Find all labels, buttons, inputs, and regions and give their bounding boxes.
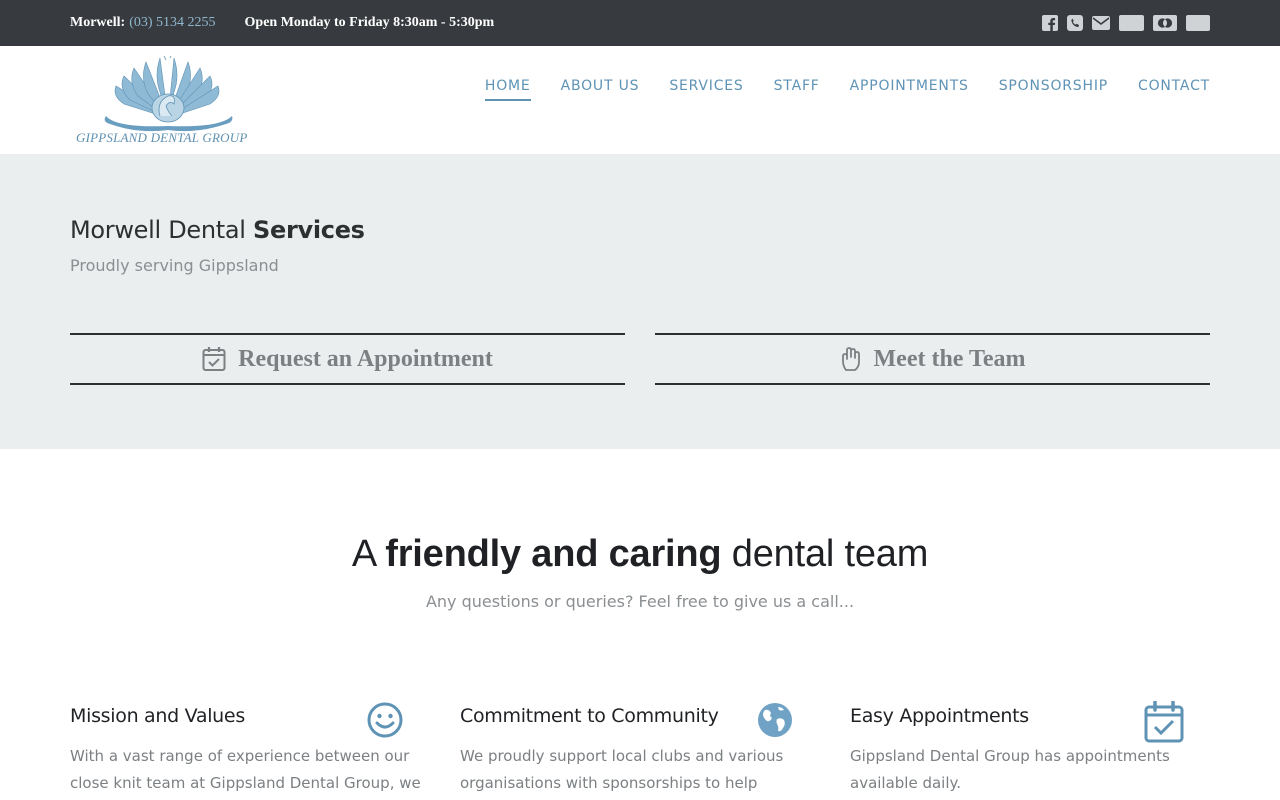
site-logo[interactable]: GIPPSLAND DENTAL GROUP (76, 53, 264, 146)
top-bar: Morwell: (03) 5134 2255 Open Monday to F… (0, 0, 1280, 46)
logo-text: GIPPSLAND DENTAL GROUP (76, 130, 248, 145)
visa-icon: VISA (1119, 15, 1144, 31)
location-label: Morwell: (70, 15, 126, 30)
meet-the-team-button[interactable]: Meet the Team (655, 333, 1210, 385)
request-appointment-label: Request an Appointment (238, 345, 493, 372)
intro-heading-bold: friendly and caring (385, 533, 722, 575)
phone-link[interactable]: (03) 5134 2255 (129, 15, 215, 31)
feature-text: We proudly support local clubs and vario… (460, 747, 784, 792)
hand-icon (841, 347, 860, 371)
features-section: Mission and Values With a vast range of … (0, 611, 1280, 797)
calendar-check-icon (1144, 701, 1184, 743)
feature-mission-values: Mission and Values With a vast range of … (70, 702, 430, 797)
intro-heading-pre: A (351, 533, 386, 575)
smiley-icon (367, 702, 403, 738)
feature-easy-appointments: Easy Appointments Gippsland Dental Group… (850, 701, 1210, 797)
meet-the-team-label: Meet the Team (873, 345, 1026, 372)
nav-about-us[interactable]: ABOUT US (561, 78, 640, 101)
feature-commitment-community: Commitment to Community We proudly suppo… (460, 703, 820, 797)
hero-buttons: Request an Appointment Meet the Team (70, 333, 1210, 385)
intro-heading-post: dental team (721, 533, 929, 575)
nav-appointments[interactable]: APPOINTMENTS (850, 78, 969, 101)
page-title-light: Morwell Dental (70, 216, 253, 244)
page-title: Morwell Dental Services (70, 216, 1210, 244)
page-title-bold: Services (253, 216, 365, 244)
nav-contact[interactable]: CONTACT (1138, 78, 1210, 101)
globe-icon (758, 703, 792, 737)
mastercard-icon (1153, 15, 1177, 31)
nav-sponsorship[interactable]: SPONSORSHIP (999, 78, 1108, 101)
nav-staff[interactable]: STAFF (774, 78, 820, 101)
nav-home[interactable]: HOME (484, 78, 531, 101)
intro-heading: A friendly and caring dental team (0, 533, 1280, 576)
feature-text: With a vast range of experience between … (70, 747, 421, 792)
top-bar-icons: VISA AMERICAN EXPRESS (1042, 15, 1210, 31)
feature-text: Gippsland Dental Group has appointments … (850, 747, 1170, 792)
email-icon[interactable] (1092, 16, 1110, 30)
site-header: GIPPSLAND DENTAL GROUP HOME ABOUT US SER… (0, 46, 1280, 154)
phone-icon[interactable] (1067, 15, 1083, 31)
opening-hours: Open Monday to Friday 8:30am - 5:30pm (244, 15, 495, 30)
page-subtitle: Proudly serving Gippsland (70, 256, 279, 275)
intro-subtitle: Any questions or queries? Feel free to g… (425, 592, 855, 611)
nav-services[interactable]: SERVICES (669, 78, 743, 101)
request-appointment-button[interactable]: Request an Appointment (70, 333, 625, 385)
calendar-check-icon (202, 347, 226, 371)
hero-section: Morwell Dental Services Proudly serving … (0, 154, 1280, 449)
main-nav: HOME ABOUT US SERVICES STAFF APPOINTMENT… (484, 78, 1210, 101)
amex-icon: AMERICAN EXPRESS (1186, 15, 1210, 31)
facebook-icon[interactable] (1042, 15, 1058, 31)
intro-section: A friendly and caring dental team Any qu… (0, 449, 1280, 611)
contact-info: Morwell: (03) 5134 2255 Open Monday to F… (70, 15, 494, 31)
peacock-logo-icon (104, 53, 233, 132)
